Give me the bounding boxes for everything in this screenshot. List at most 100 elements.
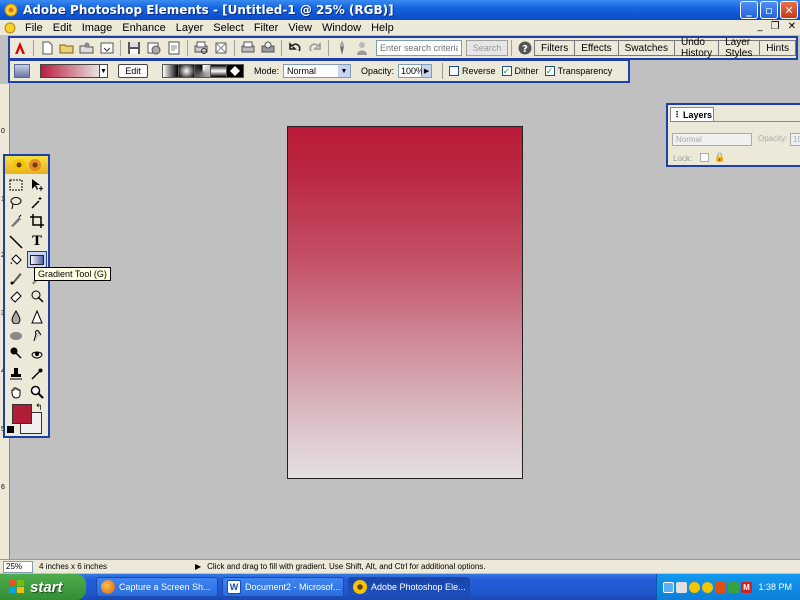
magic-wand-tool-icon[interactable]: [27, 194, 47, 211]
opacity-slider-arrow-icon[interactable]: ▶: [422, 64, 433, 78]
zoom-tool-icon[interactable]: [27, 383, 47, 400]
lasso-tool-icon[interactable]: [6, 194, 26, 211]
network-icon[interactable]: [663, 581, 674, 593]
online-services-person-icon[interactable]: [354, 40, 370, 56]
type-tool-icon[interactable]: T: [27, 233, 47, 250]
search-input[interactable]: [376, 40, 462, 56]
red-eye-brush-tool-icon[interactable]: [27, 287, 47, 304]
start-button[interactable]: start: [0, 574, 86, 600]
transparency-checkbox[interactable]: ✓ Transparency: [544, 66, 612, 76]
adobe-logo-icon[interactable]: [12, 40, 28, 56]
menu-edit[interactable]: Edit: [48, 22, 77, 34]
default-colors-icon[interactable]: [7, 426, 14, 433]
document-close-button[interactable]: ✕: [788, 21, 796, 32]
linear-gradient-icon[interactable]: [163, 65, 179, 77]
palette-tab-filters[interactable]: Filters: [535, 41, 576, 55]
palette-tab-hints[interactable]: Hints: [760, 41, 795, 55]
marquee-tool-icon[interactable]: [6, 176, 26, 193]
radial-gradient-icon[interactable]: [179, 65, 195, 77]
palette-tab-swatches[interactable]: Swatches: [619, 41, 675, 55]
mail-icon[interactable]: M: [741, 581, 752, 593]
zoom-field[interactable]: 25%: [3, 560, 33, 573]
minimize-button[interactable]: _: [740, 1, 758, 19]
dither-checkbox[interactable]: ✓ Dither: [501, 66, 539, 76]
smudge-tool-icon[interactable]: [27, 326, 47, 343]
menu-filter[interactable]: Filter: [249, 22, 283, 34]
layer-opacity-input[interactable]: 10: [790, 133, 800, 146]
eyedropper-tool-icon[interactable]: [27, 365, 47, 382]
update-icon[interactable]: [728, 581, 739, 593]
menu-view[interactable]: View: [283, 22, 317, 34]
blur-tool-icon[interactable]: [6, 308, 26, 325]
title-bar[interactable]: Adobe Photoshop Elements - [Untitled-1 @…: [0, 0, 800, 20]
reverse-checkbox-box[interactable]: [449, 66, 460, 76]
online-services-icon[interactable]: [213, 40, 229, 56]
clone-stamp-tool-icon[interactable]: [6, 365, 26, 382]
opacity-input[interactable]: 100%: [398, 64, 424, 78]
brush-tool-icon[interactable]: [6, 269, 26, 286]
chat-icon[interactable]: [702, 581, 713, 593]
reflected-gradient-icon[interactable]: [211, 65, 227, 77]
taskbar-item-word[interactable]: W Document2 - Microsof...: [222, 577, 344, 597]
browse-icon[interactable]: [79, 40, 95, 56]
transparency-checkbox-box[interactable]: ✓: [544, 66, 555, 76]
menu-image[interactable]: Image: [77, 22, 118, 34]
palette-tab-effects[interactable]: Effects: [575, 41, 619, 55]
save-for-web-icon[interactable]: [146, 40, 162, 56]
menu-select[interactable]: Select: [208, 22, 249, 34]
document-restore-button[interactable]: ❐: [771, 21, 780, 32]
search-button[interactable]: Search: [466, 40, 508, 56]
help-icon[interactable]: ?: [517, 40, 533, 56]
taskbar-item-photoshop[interactable]: Adobe Photoshop Ele...: [348, 577, 470, 597]
document-icon[interactable]: [4, 22, 16, 34]
line-tool-icon[interactable]: [6, 233, 26, 250]
layers-tab[interactable]: ⋮ Layers: [670, 107, 714, 121]
maximize-button[interactable]: ▫: [760, 1, 778, 19]
crop-tool-icon[interactable]: [27, 212, 47, 229]
gradient-picker[interactable]: [40, 64, 100, 78]
sponge-tool-icon[interactable]: [6, 326, 26, 343]
edit-gradient-button[interactable]: Edit: [118, 64, 148, 78]
burn-tool-icon[interactable]: [27, 344, 47, 361]
clock[interactable]: 1:38 PM: [758, 582, 792, 592]
lock-transparency-checkbox[interactable]: [700, 153, 709, 162]
close-button[interactable]: ✕: [780, 1, 798, 19]
move-tool-icon[interactable]: [27, 176, 47, 193]
sharpen-tool-icon[interactable]: [27, 308, 47, 325]
menu-enhance[interactable]: Enhance: [117, 22, 170, 34]
angle-gradient-icon[interactable]: [195, 65, 211, 77]
alert-icon[interactable]: [715, 581, 726, 593]
gradient-picker-dropdown[interactable]: ▼: [100, 64, 108, 78]
dodge-tool-icon[interactable]: [6, 344, 26, 361]
taskbar-item-firefox[interactable]: Capture a Screen Sh...: [96, 577, 218, 597]
eraser-tool-icon[interactable]: [6, 287, 26, 304]
reverse-checkbox[interactable]: Reverse: [449, 66, 496, 76]
menu-layer[interactable]: Layer: [171, 22, 209, 34]
step-backward-icon[interactable]: [287, 40, 303, 56]
dither-checkbox-box[interactable]: ✓: [501, 66, 512, 76]
status-menu-arrow-icon[interactable]: ▶: [195, 562, 201, 571]
foreground-color-swatch[interactable]: [12, 404, 32, 424]
selection-brush-tool-icon[interactable]: [6, 212, 26, 229]
gradient-tool-icon[interactable]: [27, 251, 47, 268]
antivirus-icon[interactable]: [676, 581, 687, 593]
messenger-icon[interactable]: [689, 581, 700, 593]
document-size-info[interactable]: 4 inches x 6 inches: [39, 562, 189, 571]
document-minimize-button[interactable]: _: [758, 21, 763, 32]
paint-bucket-tool-icon[interactable]: [6, 251, 26, 268]
diamond-gradient-icon[interactable]: [227, 65, 243, 77]
menu-file[interactable]: File: [20, 22, 48, 34]
layer-blend-mode-select[interactable]: Normal: [672, 133, 752, 146]
mode-select[interactable]: Normal ▼: [283, 64, 352, 78]
new-file-icon[interactable]: [39, 40, 55, 56]
print-preview-icon[interactable]: [193, 40, 209, 56]
toolbox-header[interactable]: [5, 156, 48, 174]
gradient-tool-preset-icon[interactable]: [14, 64, 30, 78]
open-folder-icon[interactable]: [59, 40, 75, 56]
import-icon[interactable]: [99, 40, 115, 56]
menu-help[interactable]: Help: [366, 22, 399, 34]
palette-tab-layer-styles[interactable]: Layer Styles: [719, 37, 761, 59]
document-canvas[interactable]: [287, 126, 523, 479]
print-icon[interactable]: [240, 40, 256, 56]
hand-tool-icon[interactable]: [6, 383, 26, 400]
